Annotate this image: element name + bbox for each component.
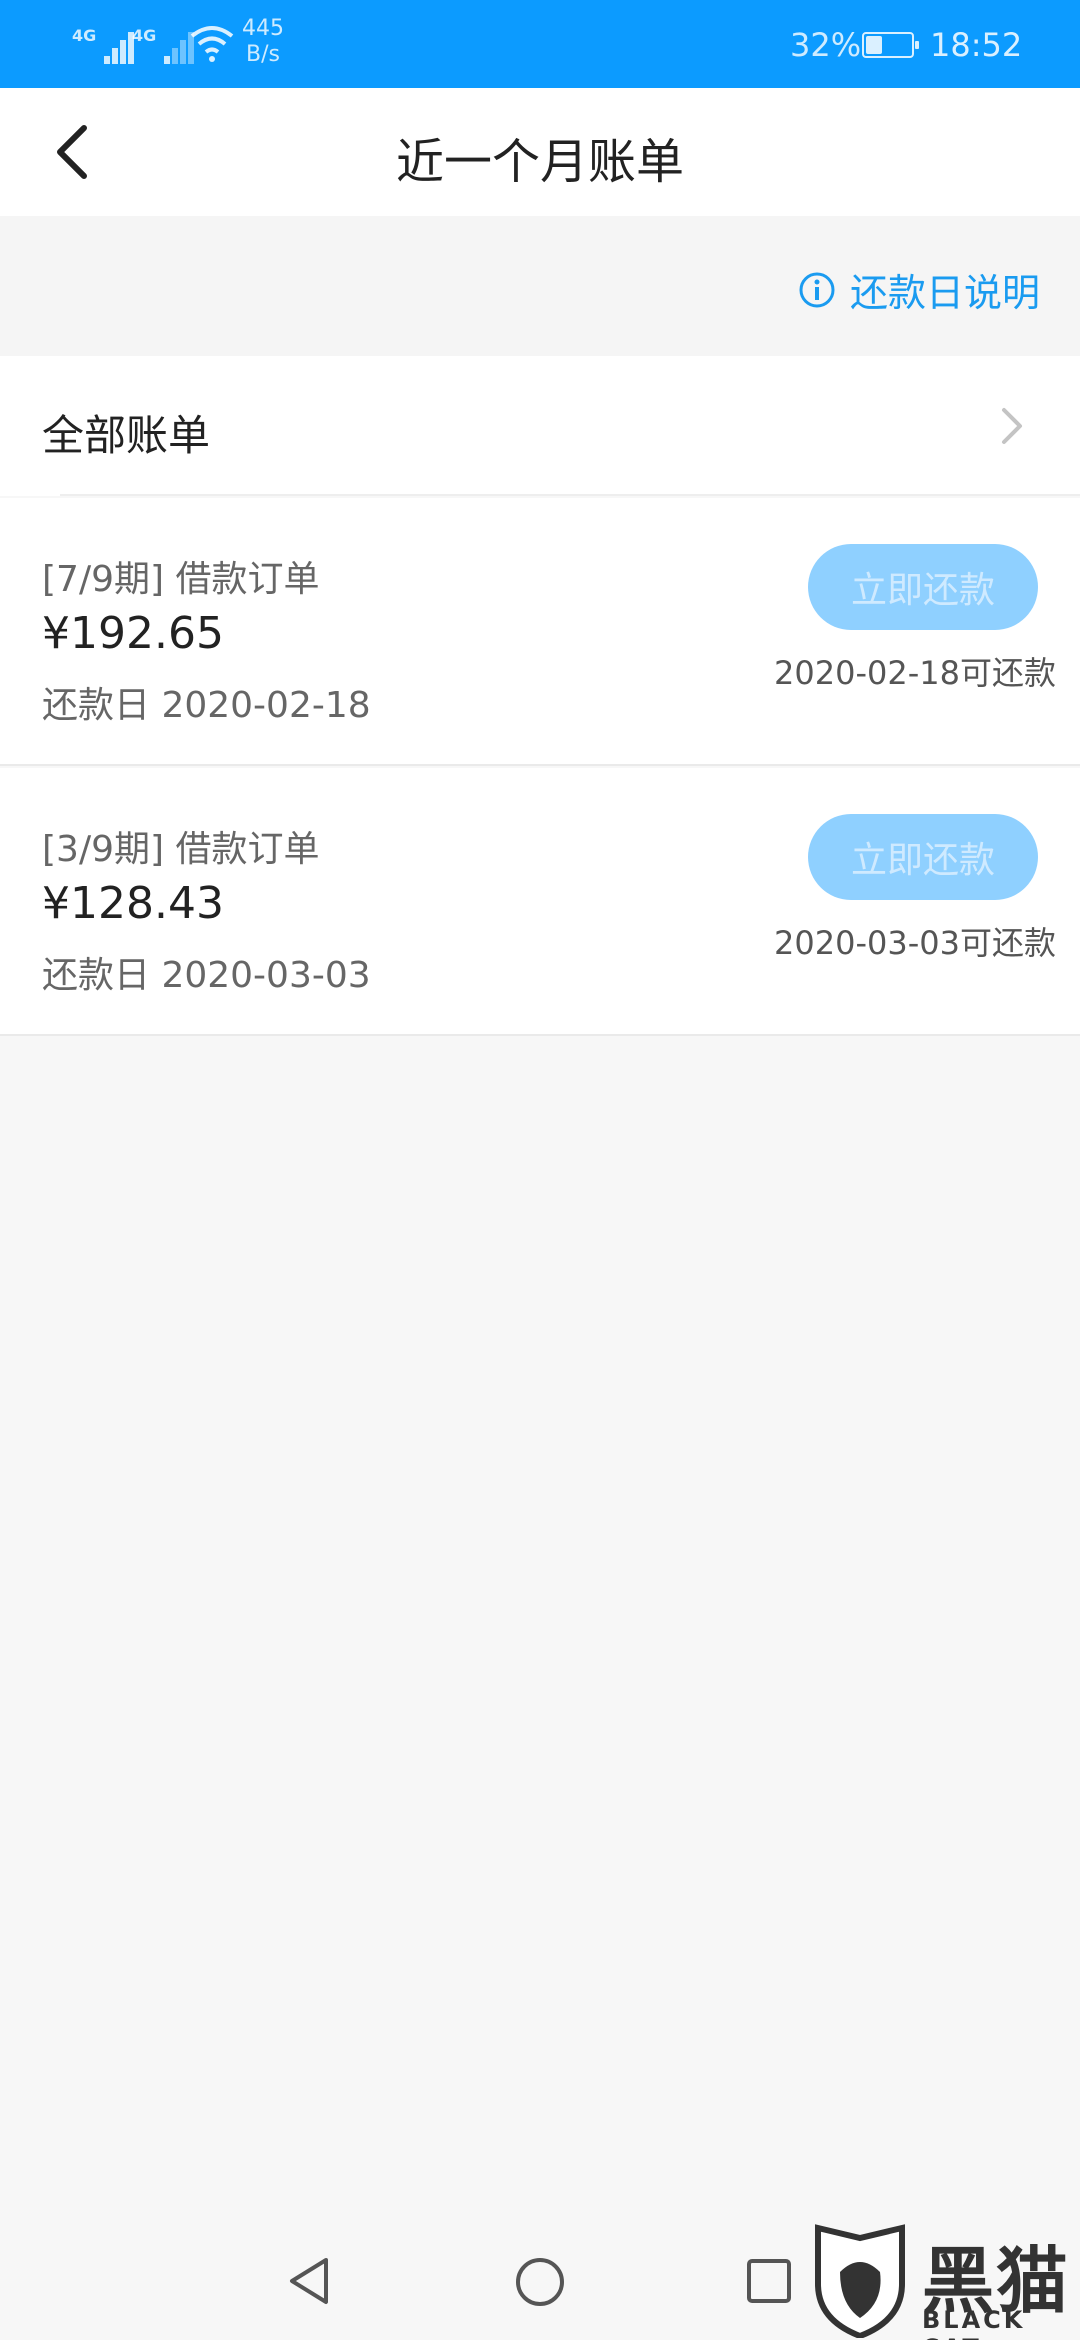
divider [0, 764, 1080, 766]
nav-header: 近一个月账单 [0, 88, 1080, 216]
bill-due-date: 还款日 2020-02-18 [42, 685, 371, 726]
bill-card: [3/9期] 借款订单 ¥128.43 还款日 2020-03-03 立即还款 … [0, 768, 1080, 1036]
battery-percent: 32% [790, 26, 862, 64]
speed-value: 445 [242, 16, 284, 41]
divider [60, 494, 1080, 496]
all-bills-row[interactable]: 全部账单 [0, 356, 1080, 496]
bill-term: [7/9期] 借款订单 [42, 559, 320, 600]
nav-home-icon[interactable] [514, 2256, 566, 2308]
wifi-icon [190, 26, 234, 62]
bill-due-date: 还款日 2020-03-03 [42, 955, 371, 996]
page: 4G 4G 445 B/s 32% 18:52 近一个月账单 还款日说明 全部账… [0, 0, 1080, 2340]
watermark: 黑猫 BLACK CAT [810, 2218, 1080, 2340]
speed-unit: B/s [246, 42, 280, 67]
pay-now-button[interactable]: 立即还款 [808, 544, 1038, 630]
nav-back-icon[interactable] [286, 2256, 332, 2306]
watermark-en: BLACK CAT [922, 2306, 1026, 2340]
nav-recent-icon[interactable] [746, 2258, 792, 2304]
bill-card: [7/9期] 借款订单 ¥192.65 还款日 2020-02-18 立即还款 … [0, 498, 1080, 766]
cat-logo-icon [815, 2224, 905, 2338]
network-speed: 445 B/s [242, 16, 284, 68]
clock: 18:52 [930, 26, 1023, 64]
repayment-day-info-link[interactable]: 还款日说明 [798, 262, 1040, 317]
bill-amount: ¥192.65 [42, 608, 224, 659]
pay-now-button[interactable]: 立即还款 [808, 814, 1038, 900]
bill-available-date: 2020-03-03可还款 [774, 924, 1056, 962]
page-title: 近一个月账单 [395, 134, 684, 190]
all-bills-label: 全部账单 [42, 411, 211, 460]
bill-available-date: 2020-02-18可还款 [774, 654, 1056, 692]
status-bar: 4G 4G 445 B/s 32% 18:52 [0, 0, 1080, 88]
info-icon [799, 272, 835, 307]
divider [0, 1034, 1080, 1036]
battery-icon [862, 32, 919, 58]
info-row: 还款日说明 [0, 216, 1080, 356]
bill-amount: ¥128.43 [42, 878, 224, 929]
bill-term: [3/9期] 借款订单 [42, 829, 320, 870]
info-link-label: 还款日说明 [849, 271, 1040, 315]
chevron-right-icon [1002, 408, 1022, 444]
